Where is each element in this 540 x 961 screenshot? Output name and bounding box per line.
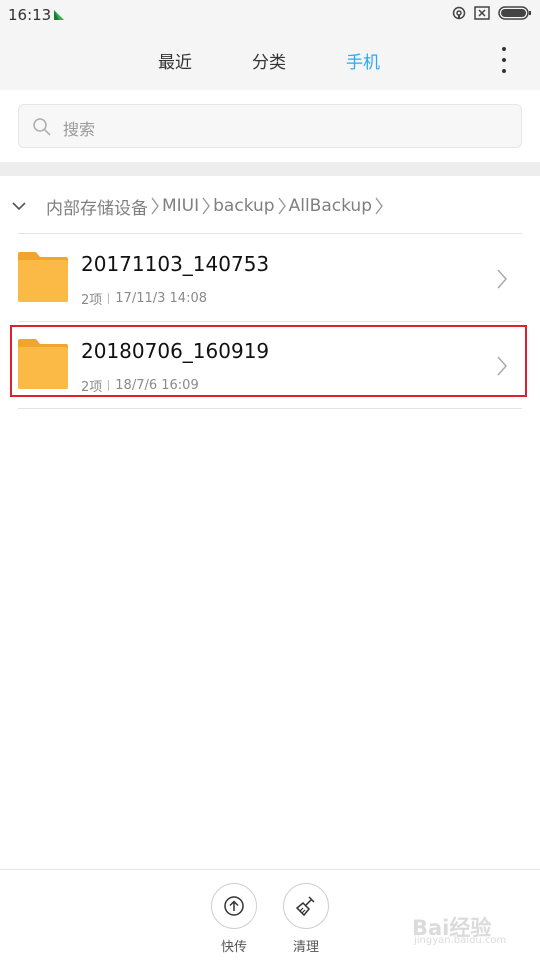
- broom-icon: [295, 896, 315, 917]
- file-meta: 2项 17/11/3 14:08: [81, 289, 207, 308]
- search-icon: [33, 118, 51, 136]
- chevron-down-icon[interactable]: [12, 201, 26, 211]
- top-tab-bar: 最近 分类 手机: [0, 30, 540, 90]
- hotspot-icon: [452, 6, 466, 20]
- divider: [18, 233, 522, 234]
- chevron-right-icon: [497, 269, 508, 289]
- tab-recent[interactable]: 最近: [158, 48, 192, 73]
- signal-icon: [54, 10, 64, 20]
- quick-send-button[interactable]: 快传: [209, 883, 259, 955]
- sim-off-icon: [474, 6, 490, 20]
- tab-phone[interactable]: 手机: [346, 48, 380, 73]
- more-options-icon[interactable]: [494, 47, 514, 73]
- file-row[interactable]: 20171103_140753 2项 17/11/3 14:08: [18, 235, 522, 321]
- breadcrumb-allbackup[interactable]: AllBackup: [289, 196, 372, 216]
- chevron-right-icon: [374, 196, 384, 216]
- search-placeholder: 搜索: [63, 120, 96, 139]
- status-time: 16:13: [8, 6, 52, 24]
- tab-category[interactable]: 分类: [252, 48, 286, 73]
- clean-button[interactable]: 清理: [281, 883, 331, 955]
- file-date: 17/11/3 14:08: [115, 291, 207, 306]
- highlight-annotation: [10, 325, 527, 397]
- file-item-count: 2项: [81, 293, 103, 308]
- chevron-right-icon: [201, 196, 211, 216]
- section-divider: [0, 162, 540, 176]
- watermark-logo: Bai经验 jingyan.baidu.com: [412, 898, 532, 948]
- folder-icon: [18, 252, 68, 302]
- quick-send-label: 快传: [220, 940, 247, 955]
- breadcrumb-miui[interactable]: MIUI: [162, 196, 199, 216]
- watermark-url: jingyan.baidu.com: [414, 935, 507, 946]
- file-name: 20171103_140753: [81, 252, 270, 276]
- upload-icon: [224, 896, 244, 916]
- battery-icon: [498, 6, 531, 20]
- breadcrumb: 内部存储设备 MIUI backup AllBackup: [0, 188, 540, 224]
- breadcrumb-backup[interactable]: backup: [213, 196, 274, 216]
- divider: [18, 408, 522, 409]
- status-bar: 16:13: [0, 0, 540, 30]
- search-input[interactable]: 搜索: [18, 104, 522, 148]
- chevron-right-icon: [277, 196, 287, 216]
- chevron-right-icon: [150, 196, 160, 216]
- clean-label: 清理: [292, 940, 319, 955]
- breadcrumb-internal-storage[interactable]: 内部存储设备: [46, 194, 148, 219]
